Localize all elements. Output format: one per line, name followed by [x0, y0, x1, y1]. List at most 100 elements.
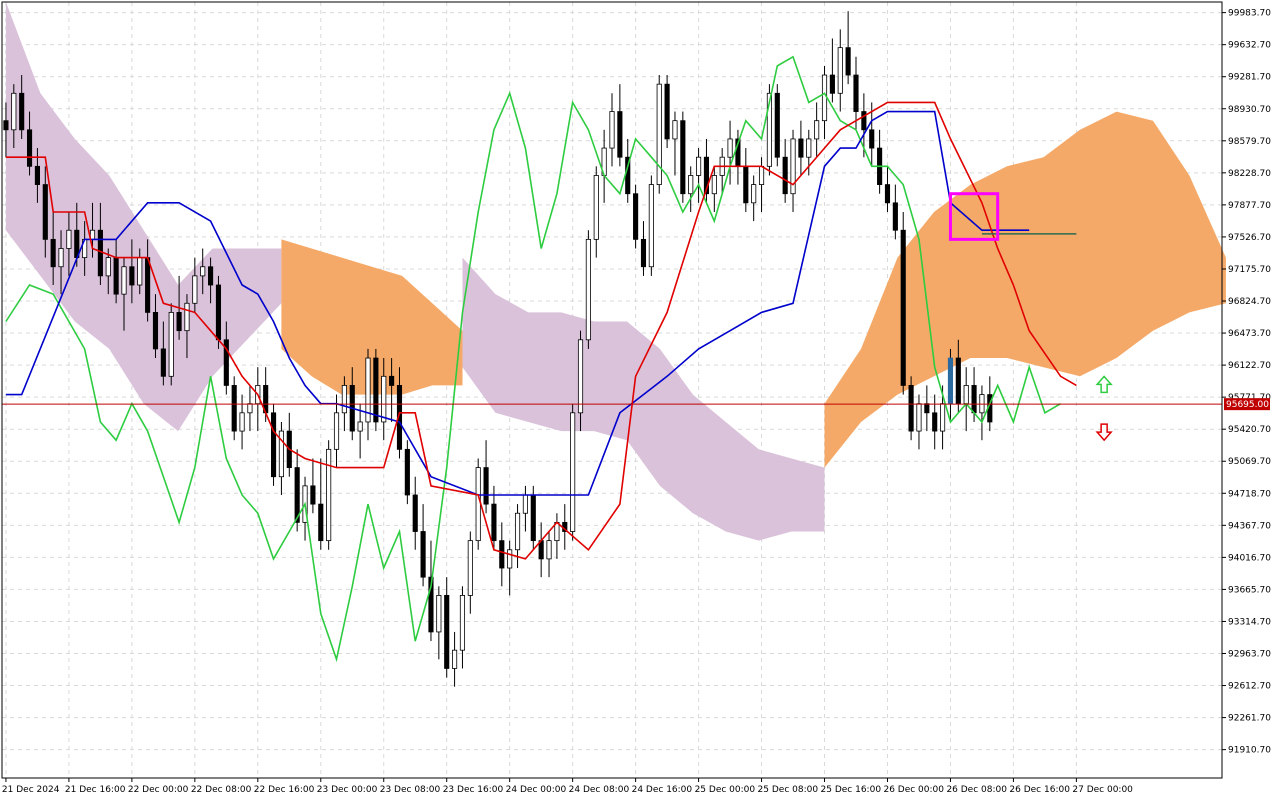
candle-body-116 [916, 403, 922, 432]
candle-body-95 [751, 184, 757, 204]
candle-body-5 [42, 184, 48, 240]
candle-body-115 [908, 385, 914, 432]
candle-body-24 [192, 275, 198, 304]
candle-body-0 [3, 120, 9, 131]
chart-container[interactable]: 99983.70 99632.70 99281.70 98930.70 98579.70… [0, 0, 1280, 800]
price-tick-label-19: 93314.70 [1228, 617, 1271, 627]
candle-body-63 [499, 540, 505, 569]
candle-body-86 [680, 120, 686, 195]
candle-body-4 [34, 165, 40, 185]
time-tick-label-7: 23 Dec 16:00 [443, 785, 504, 795]
ichimoku-candlestick-chart[interactable]: 99983.70 99632.70 99281.70 98930.70 98579.70… [0, 0, 1280, 800]
time-tick-label-14: 26 Dec 00:00 [883, 785, 944, 795]
price-tick-label-14: 95069.70 [1228, 457, 1271, 467]
candle-body-3 [26, 129, 33, 167]
price-tick-label-5: 98228.70 [1228, 169, 1271, 179]
time-tick-label-6: 23 Dec 08:00 [380, 785, 441, 795]
candle-body-90 [711, 175, 717, 195]
candle-body-74 [585, 238, 591, 341]
candle-body-30 [239, 412, 245, 432]
candle-body-80 [633, 193, 639, 240]
candle-body-6 [50, 238, 56, 268]
candle-body-16 [129, 266, 135, 286]
candle-body-42 [333, 412, 340, 450]
price-tick-label-11: 96122.70 [1228, 361, 1271, 371]
price-tick-label-9: 96824.70 [1228, 297, 1271, 307]
time-tick-label-16: 26 Dec 16:00 [1009, 785, 1070, 795]
price-tick-label-2: 99281.70 [1228, 73, 1271, 83]
candle-body-64 [507, 549, 513, 569]
candle-body-27 [215, 284, 222, 341]
price-tick-label-3: 98930.70 [1228, 105, 1271, 115]
candle-body-52 [412, 494, 418, 532]
price-tick-label-16: 94367.70 [1228, 521, 1271, 531]
candle-body-109 [861, 111, 867, 131]
candle-body-88 [696, 156, 702, 176]
time-tick-label-15: 26 Dec 08:00 [946, 785, 1007, 795]
candle-body-77 [609, 111, 615, 149]
candle-body-110 [869, 129, 875, 149]
candle-body-13 [105, 257, 111, 277]
candle-body-62 [491, 503, 497, 542]
candle-body-82 [648, 184, 654, 268]
candle-body-69 [546, 540, 552, 560]
candle-body-83 [656, 83, 662, 185]
candle-body-21 [168, 311, 174, 377]
candle-body-48 [381, 375, 387, 423]
price-tick-label-21: 92612.70 [1228, 682, 1271, 692]
price-tick-label-6: 97877.70 [1228, 201, 1271, 211]
time-tick-label-9: 24 Dec 08:00 [569, 785, 630, 795]
candle-body-113 [892, 202, 898, 231]
candle-body-122 [963, 385, 969, 405]
candle-body-78 [617, 111, 623, 158]
candle-body-61 [483, 467, 489, 505]
candle-body-7 [58, 248, 64, 268]
candle-body-59 [467, 540, 473, 596]
candle-body-18 [145, 257, 151, 313]
candle-body-94 [743, 165, 749, 204]
candle-body-23 [184, 302, 190, 332]
candle-body-106 [837, 47, 843, 94]
price-tick-label-22: 92261.70 [1228, 714, 1271, 724]
candle-body-72 [570, 412, 576, 532]
candle-body-40 [318, 503, 324, 542]
candle-body-17 [137, 257, 143, 286]
candle-body-120 [947, 357, 954, 405]
candle-body-15 [121, 266, 127, 295]
candle-body-57 [452, 649, 458, 669]
candle-body-22 [176, 311, 182, 332]
candle-body-66 [522, 494, 528, 514]
price-tick-label-4: 98579.70 [1228, 137, 1271, 147]
candle-body-117 [924, 403, 930, 414]
candle-body-98 [774, 92, 780, 158]
candle-body-108 [853, 74, 859, 112]
candle-body-65 [514, 512, 521, 551]
candle-body-92 [727, 138, 733, 158]
candle-body-73 [577, 339, 584, 414]
time-tick-label-11: 25 Dec 00:00 [695, 785, 756, 795]
candle-body-14 [113, 257, 119, 295]
candle-body-45 [357, 421, 363, 432]
current-price-label-text: 95695.00 [1226, 400, 1269, 410]
time-tick-label-13: 25 Dec 16:00 [821, 785, 882, 795]
candle-body-96 [758, 165, 765, 185]
candle-body-60 [475, 467, 481, 542]
candle-body-121 [955, 357, 961, 405]
candle-body-8 [66, 229, 72, 249]
price-tick-label-8: 97175.70 [1228, 265, 1271, 275]
candle-body-56 [444, 595, 450, 669]
time-tick-label-12: 25 Dec 08:00 [758, 785, 819, 795]
candle-body-85 [672, 120, 678, 140]
candle-body-31 [247, 403, 253, 414]
candle-body-87 [688, 175, 694, 195]
candle-body-34 [270, 412, 277, 478]
candle-body-103 [814, 120, 820, 140]
price-tick-label-0: 99983.70 [1228, 9, 1271, 19]
candle-body-99 [782, 156, 788, 195]
candle-body-12 [97, 229, 103, 277]
candle-body-67 [530, 494, 536, 542]
time-tick-label-10: 24 Dec 16:00 [632, 785, 693, 795]
candle-body-26 [208, 266, 214, 286]
candle-body-1 [11, 92, 17, 131]
candle-body-81 [640, 238, 647, 268]
